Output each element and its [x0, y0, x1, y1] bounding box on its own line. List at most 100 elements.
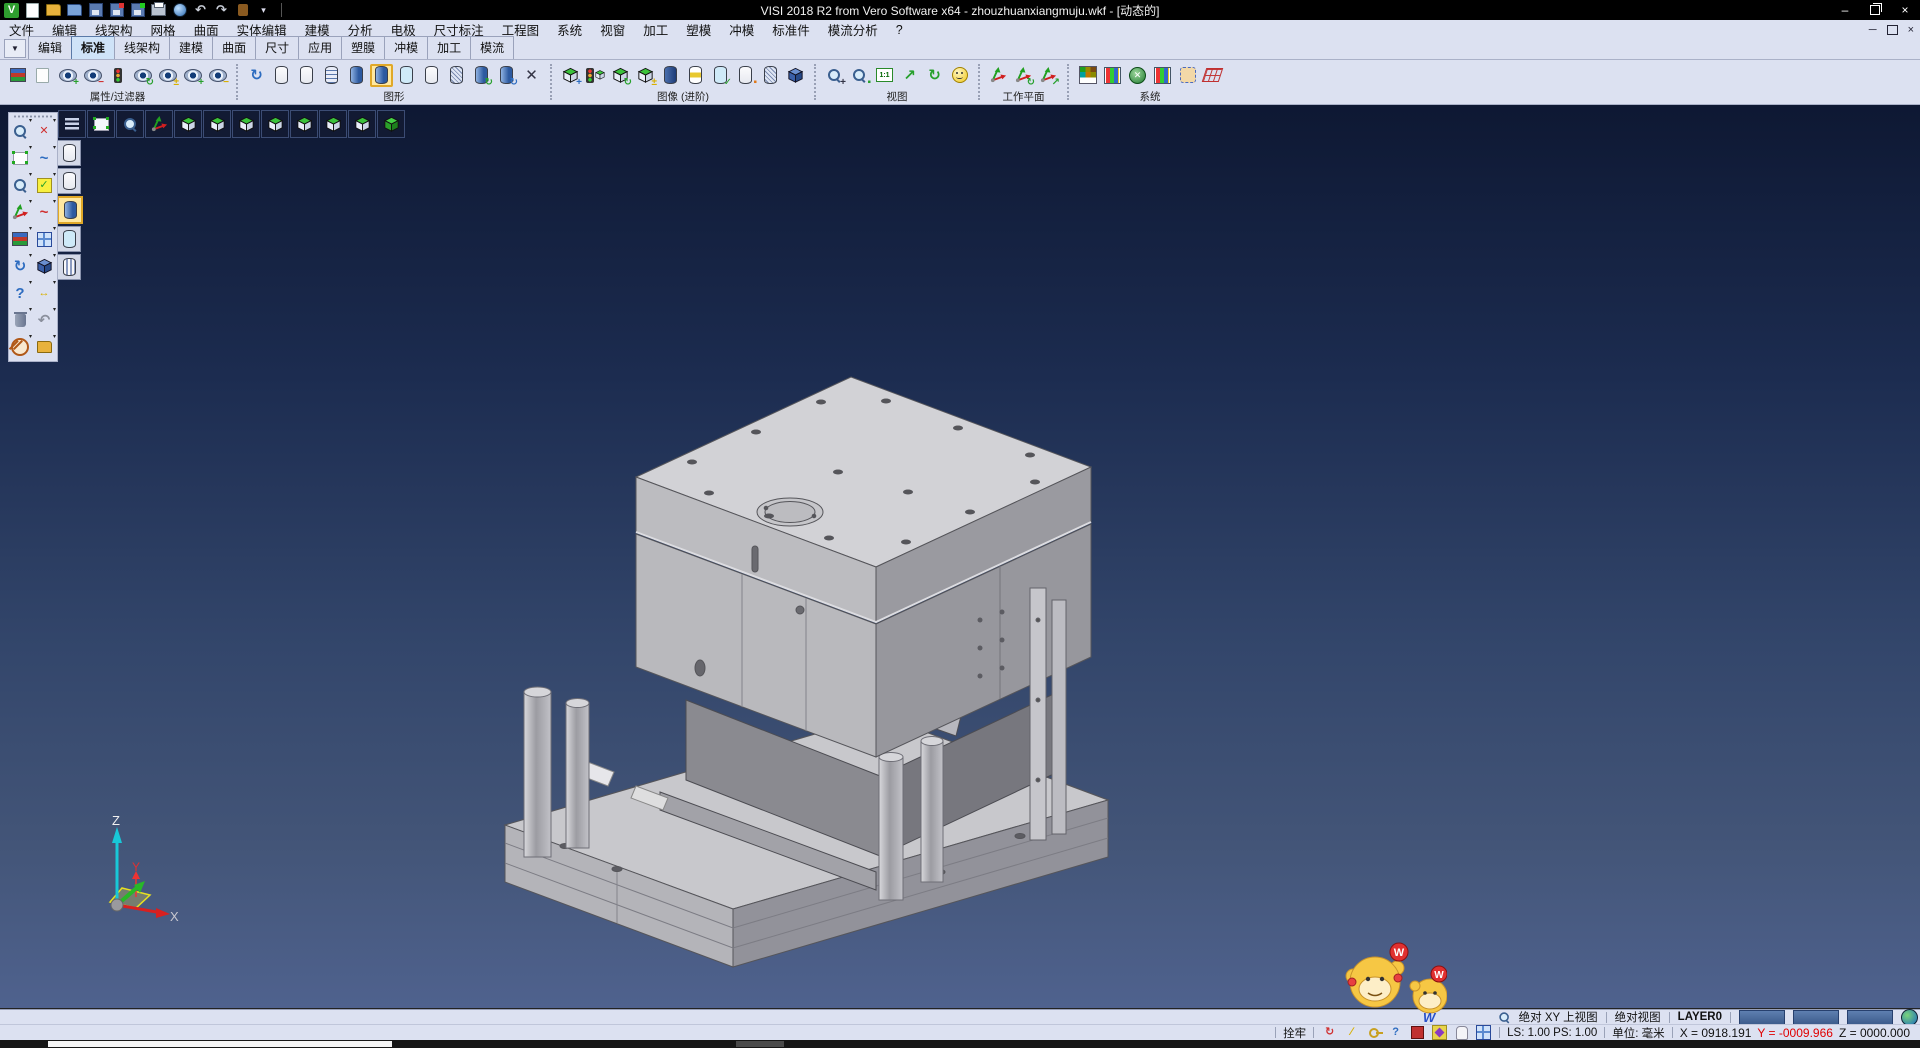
tab-3[interactable]: 建模 — [169, 36, 213, 59]
tab-4[interactable]: 曲面 — [212, 36, 256, 59]
layer-chip-2[interactable] — [1793, 1010, 1839, 1025]
flat-shaded-icon[interactable] — [420, 64, 443, 87]
visibility-toggle-icon[interactable]: ± — [156, 64, 179, 87]
viewport-3d[interactable]: ✕~✓~↻?↔↶ — [0, 105, 1920, 1008]
view-toggle-icon[interactable]: ± — [634, 64, 657, 87]
cylinder-dark-icon[interactable] — [659, 64, 682, 87]
grid-settings-icon[interactable] — [1201, 64, 1224, 87]
workplane-move-icon[interactable]: ↗ — [1037, 64, 1060, 87]
glove-select-icon[interactable] — [1453, 1026, 1470, 1040]
status-search-icon[interactable] — [1499, 1012, 1509, 1022]
cylinder-copy-icon[interactable]: ▪ — [734, 64, 757, 87]
taskbar-tray-segment[interactable] — [736, 1041, 784, 1047]
tab-5[interactable]: 尺寸 — [255, 36, 299, 59]
shaded-icon[interactable] — [345, 64, 368, 87]
solid-cube-icon[interactable] — [784, 64, 807, 87]
zoom-window-icon[interactable]: + — [823, 64, 846, 87]
hidden-line-icon[interactable] — [295, 64, 318, 87]
zoom-extents-icon[interactable]: ▪ — [848, 64, 871, 87]
open-file-icon[interactable] — [46, 3, 61, 18]
redraw-icon[interactable]: ↻ — [245, 64, 268, 87]
import-file-icon[interactable] — [67, 3, 82, 18]
lock-label[interactable]: 拴牢 — [1283, 1025, 1306, 1041]
view-traffic-light-icon[interactable] — [584, 64, 607, 87]
tab-7[interactable]: 塑膜 — [341, 36, 385, 59]
tab-6[interactable]: 应用 — [298, 36, 342, 59]
globe-icon[interactable] — [1901, 1009, 1918, 1026]
desktop-mascot[interactable]: W W W — [1335, 938, 1447, 1030]
menu-item-18[interactable]: ? — [887, 20, 912, 39]
regen-shaded-icon[interactable]: ↻ — [470, 64, 493, 87]
view-add-icon[interactable]: + — [559, 64, 582, 87]
hidden-line-dashed-icon[interactable] — [320, 64, 343, 87]
show-remove-icon[interactable]: − — [81, 64, 104, 87]
taskbar-app-segment[interactable] — [48, 1041, 392, 1047]
mold-model-3d[interactable] — [0, 105, 1920, 1008]
menu-item-14[interactable]: 塑模 — [677, 20, 720, 39]
units-label[interactable]: 单位: 毫米 — [1612, 1025, 1664, 1041]
grid-capture-icon[interactable] — [1475, 1026, 1492, 1040]
graphics-settings-icon[interactable]: ✕ — [520, 64, 543, 87]
toolbar-dropdown-button[interactable]: ▼ — [4, 39, 26, 58]
tab-1[interactable]: 标准 — [71, 36, 115, 59]
workplane-rotate-icon[interactable]: ↻ — [1012, 64, 1035, 87]
menu-item-17[interactable]: 模流分析 — [819, 20, 887, 39]
view-eye-icon[interactable] — [948, 64, 971, 87]
minimize-button[interactable]: – — [1830, 0, 1860, 20]
more-dropdown-icon[interactable]: ▾ — [256, 3, 271, 18]
selection-hand-icon[interactable] — [1176, 64, 1199, 87]
restore-button[interactable] — [1860, 0, 1890, 20]
menu-item-16[interactable]: 标准件 — [763, 20, 819, 39]
view-mode-label[interactable]: 绝对 XY 上视图 — [1519, 1009, 1598, 1025]
save-all-icon[interactable] — [130, 3, 145, 18]
cylinder-check-icon[interactable]: ✓ — [709, 64, 732, 87]
tab-9[interactable]: 加工 — [427, 36, 471, 59]
save-as-icon[interactable] — [109, 3, 124, 18]
layer-chip-3[interactable] — [1847, 1010, 1893, 1025]
mdi-close-button[interactable]: × — [1908, 24, 1914, 36]
menu-item-12[interactable]: 视窗 — [591, 20, 634, 39]
layer-chip-1[interactable] — [1739, 1010, 1785, 1025]
tab-8[interactable]: 冲模 — [384, 36, 428, 59]
tab-2[interactable]: 线架构 — [114, 36, 170, 59]
show-refresh-icon[interactable]: ↻ — [131, 64, 154, 87]
view-refresh-icon[interactable]: ↻ — [609, 64, 632, 87]
cylinder-mesh-icon[interactable] — [759, 64, 782, 87]
attribute-edit-icon[interactable] — [6, 64, 29, 87]
filter-traffic-light-icon[interactable] — [106, 64, 129, 87]
print-icon[interactable] — [151, 3, 166, 18]
absolute-view-label[interactable]: 绝对视图 — [1615, 1009, 1661, 1025]
new-document-icon[interactable] — [25, 3, 40, 18]
layer-label[interactable]: LAYER0 — [1678, 1011, 1722, 1023]
workplane-xyz-icon[interactable] — [987, 64, 1010, 87]
shaded-edges-icon[interactable] — [370, 64, 393, 87]
pan-view-icon[interactable]: ↗ — [898, 64, 921, 87]
window-settings-icon[interactable] — [1151, 64, 1174, 87]
mdi-minimize-button[interactable]: ─ — [1869, 24, 1877, 36]
transparent-icon[interactable] — [395, 64, 418, 87]
visi-logo-icon[interactable]: V — [4, 3, 19, 18]
color-palette-icon[interactable] — [1076, 64, 1099, 87]
save-icon[interactable] — [88, 3, 103, 18]
wireframe-icon[interactable] — [270, 64, 293, 87]
history-icon[interactable] — [235, 3, 250, 18]
tab-0[interactable]: 编辑 — [28, 36, 72, 59]
menu-item-13[interactable]: 加工 — [634, 20, 677, 39]
rotate-view-icon[interactable]: ↻ — [923, 64, 946, 87]
system-settings-icon[interactable] — [1126, 64, 1149, 87]
attribute-copy-icon[interactable] — [31, 64, 54, 87]
undo-icon[interactable]: ↶ — [193, 3, 208, 18]
mdi-restore-button[interactable] — [1887, 25, 1898, 35]
close-button[interactable]: × — [1890, 0, 1920, 20]
temp-wireframe-icon[interactable] — [445, 64, 468, 87]
color-table-icon[interactable] — [1101, 64, 1124, 87]
tab-10[interactable]: 模流 — [470, 36, 514, 59]
show-all-icon[interactable]: + — [181, 64, 204, 87]
redo-icon[interactable]: ↷ — [214, 3, 229, 18]
print-preview-icon[interactable] — [172, 3, 187, 18]
regen-view-icon[interactable]: ↻ — [495, 64, 518, 87]
menu-item-15[interactable]: 冲模 — [720, 20, 763, 39]
zoom-1-1-icon[interactable]: 1:1 — [873, 64, 896, 87]
menu-item-11[interactable]: 系统 — [548, 20, 591, 39]
show-add-icon[interactable]: + — [56, 64, 79, 87]
